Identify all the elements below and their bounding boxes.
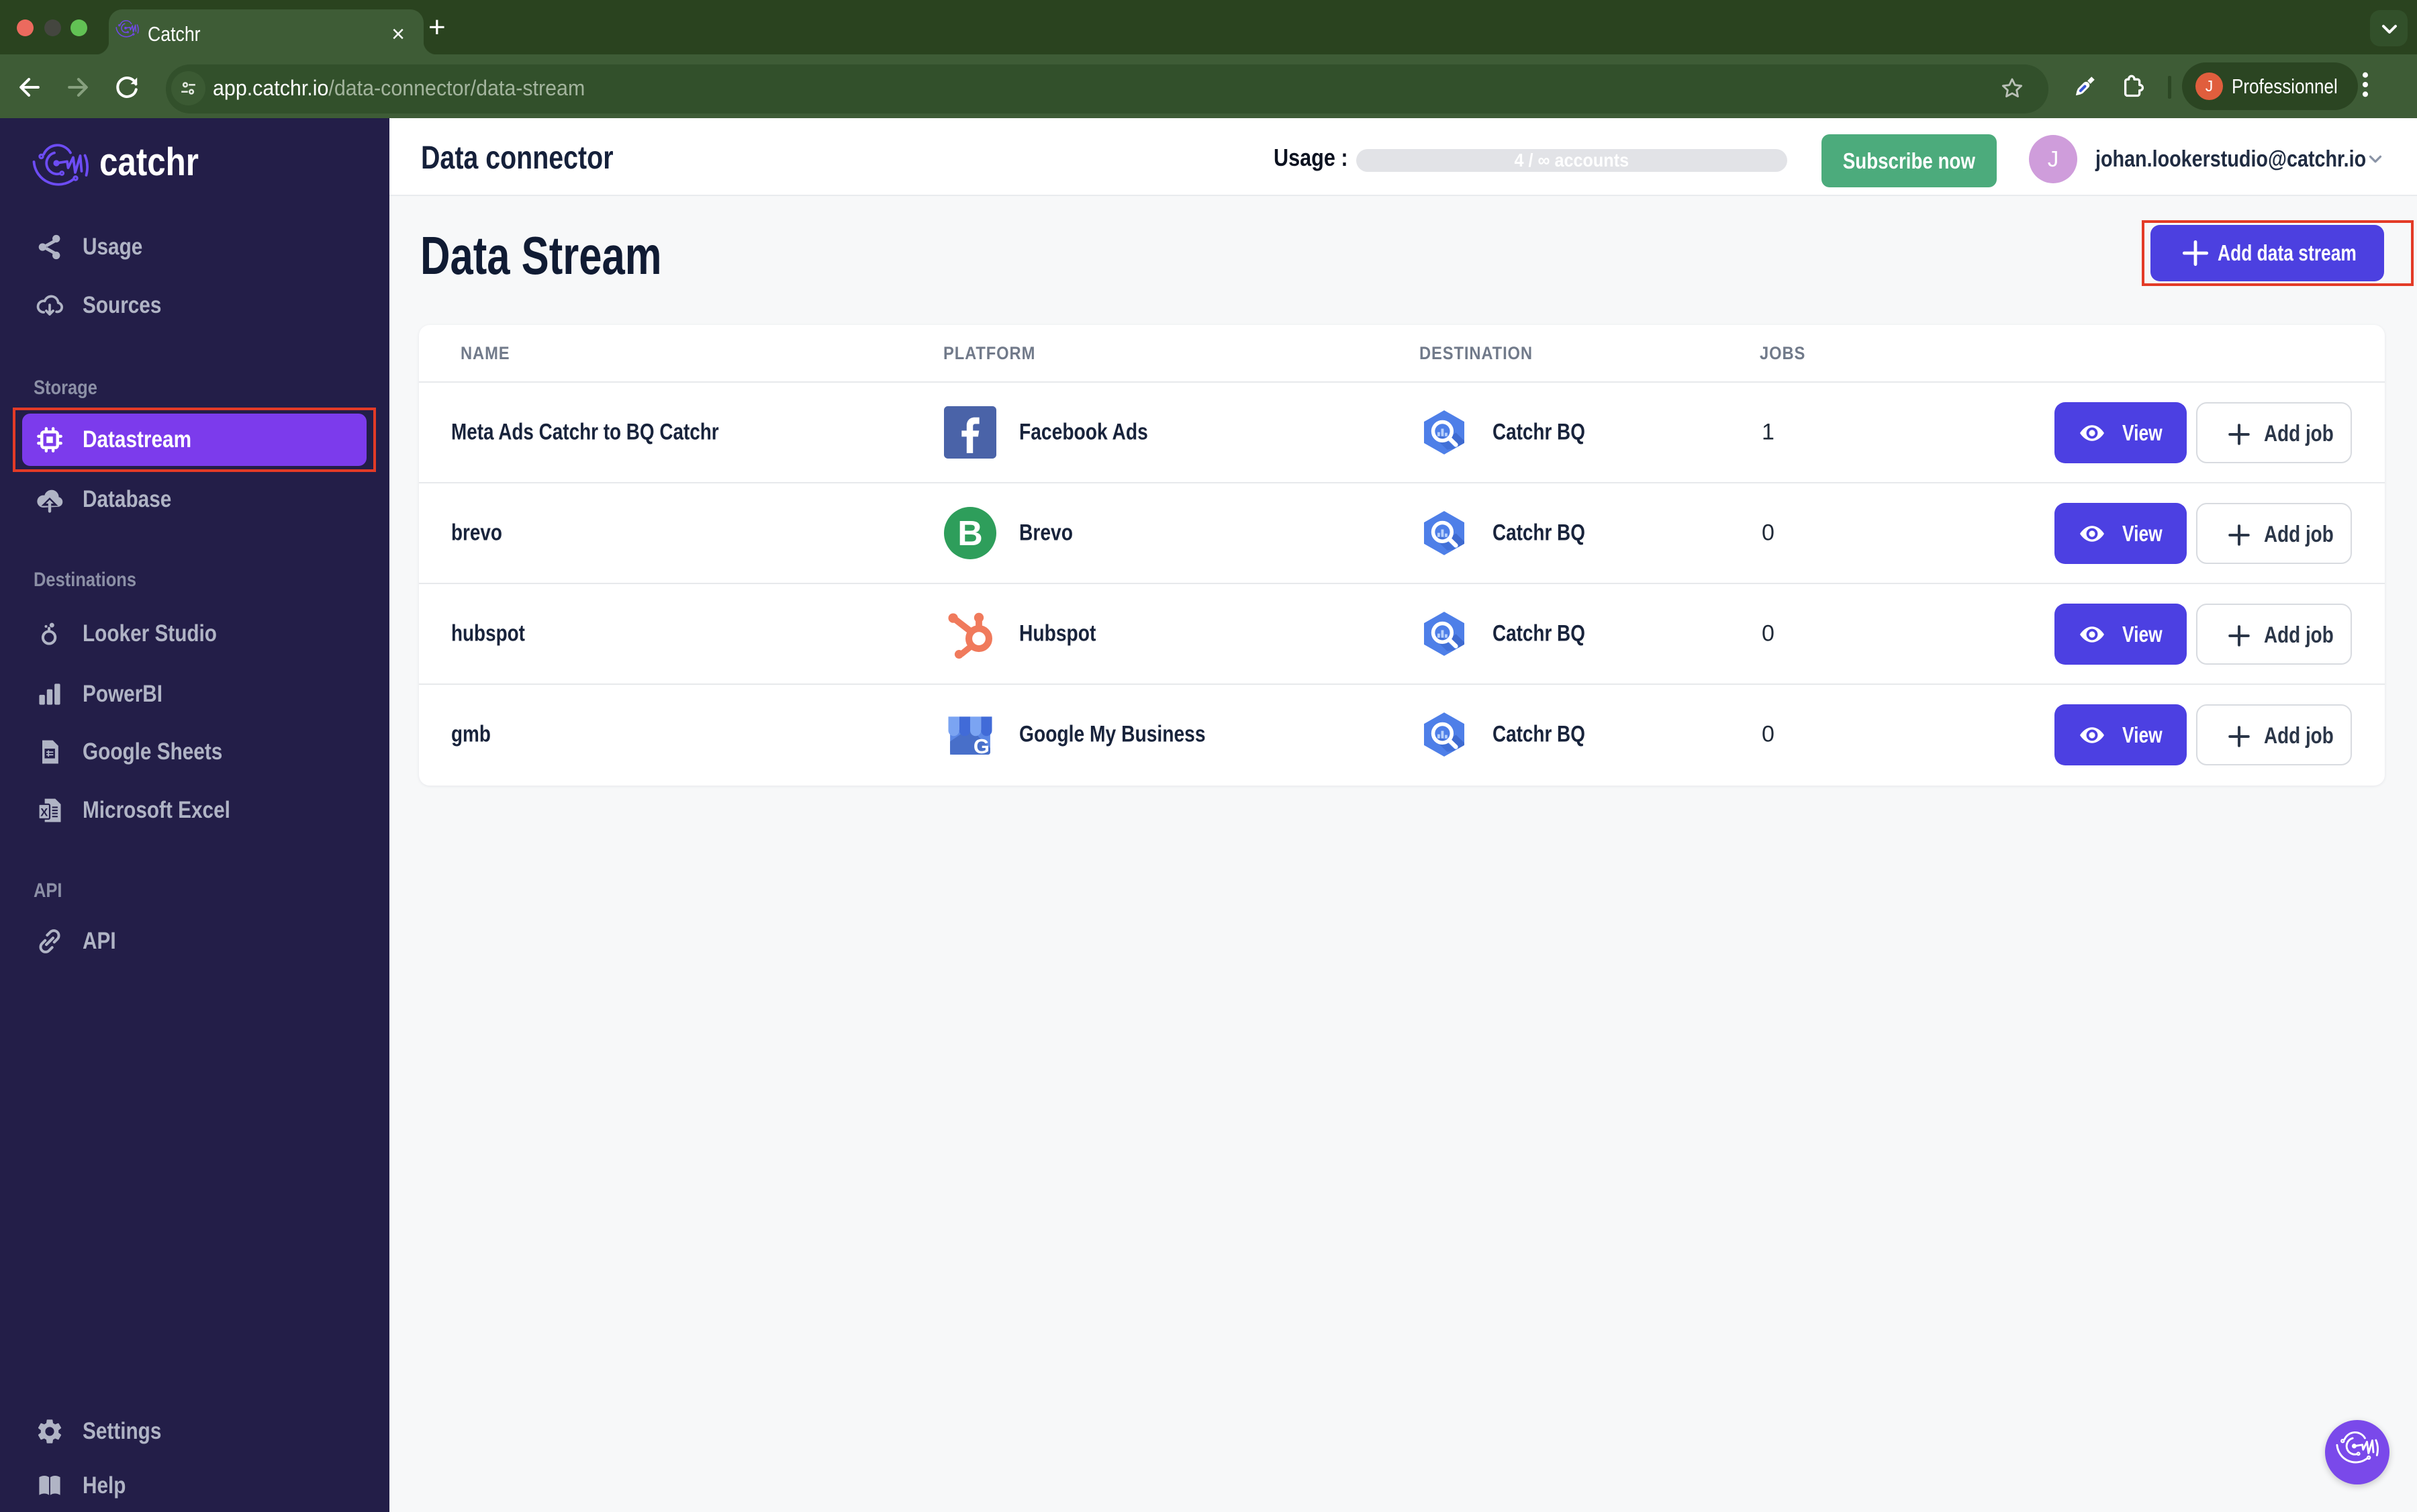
svg-text:X: X — [40, 806, 48, 818]
